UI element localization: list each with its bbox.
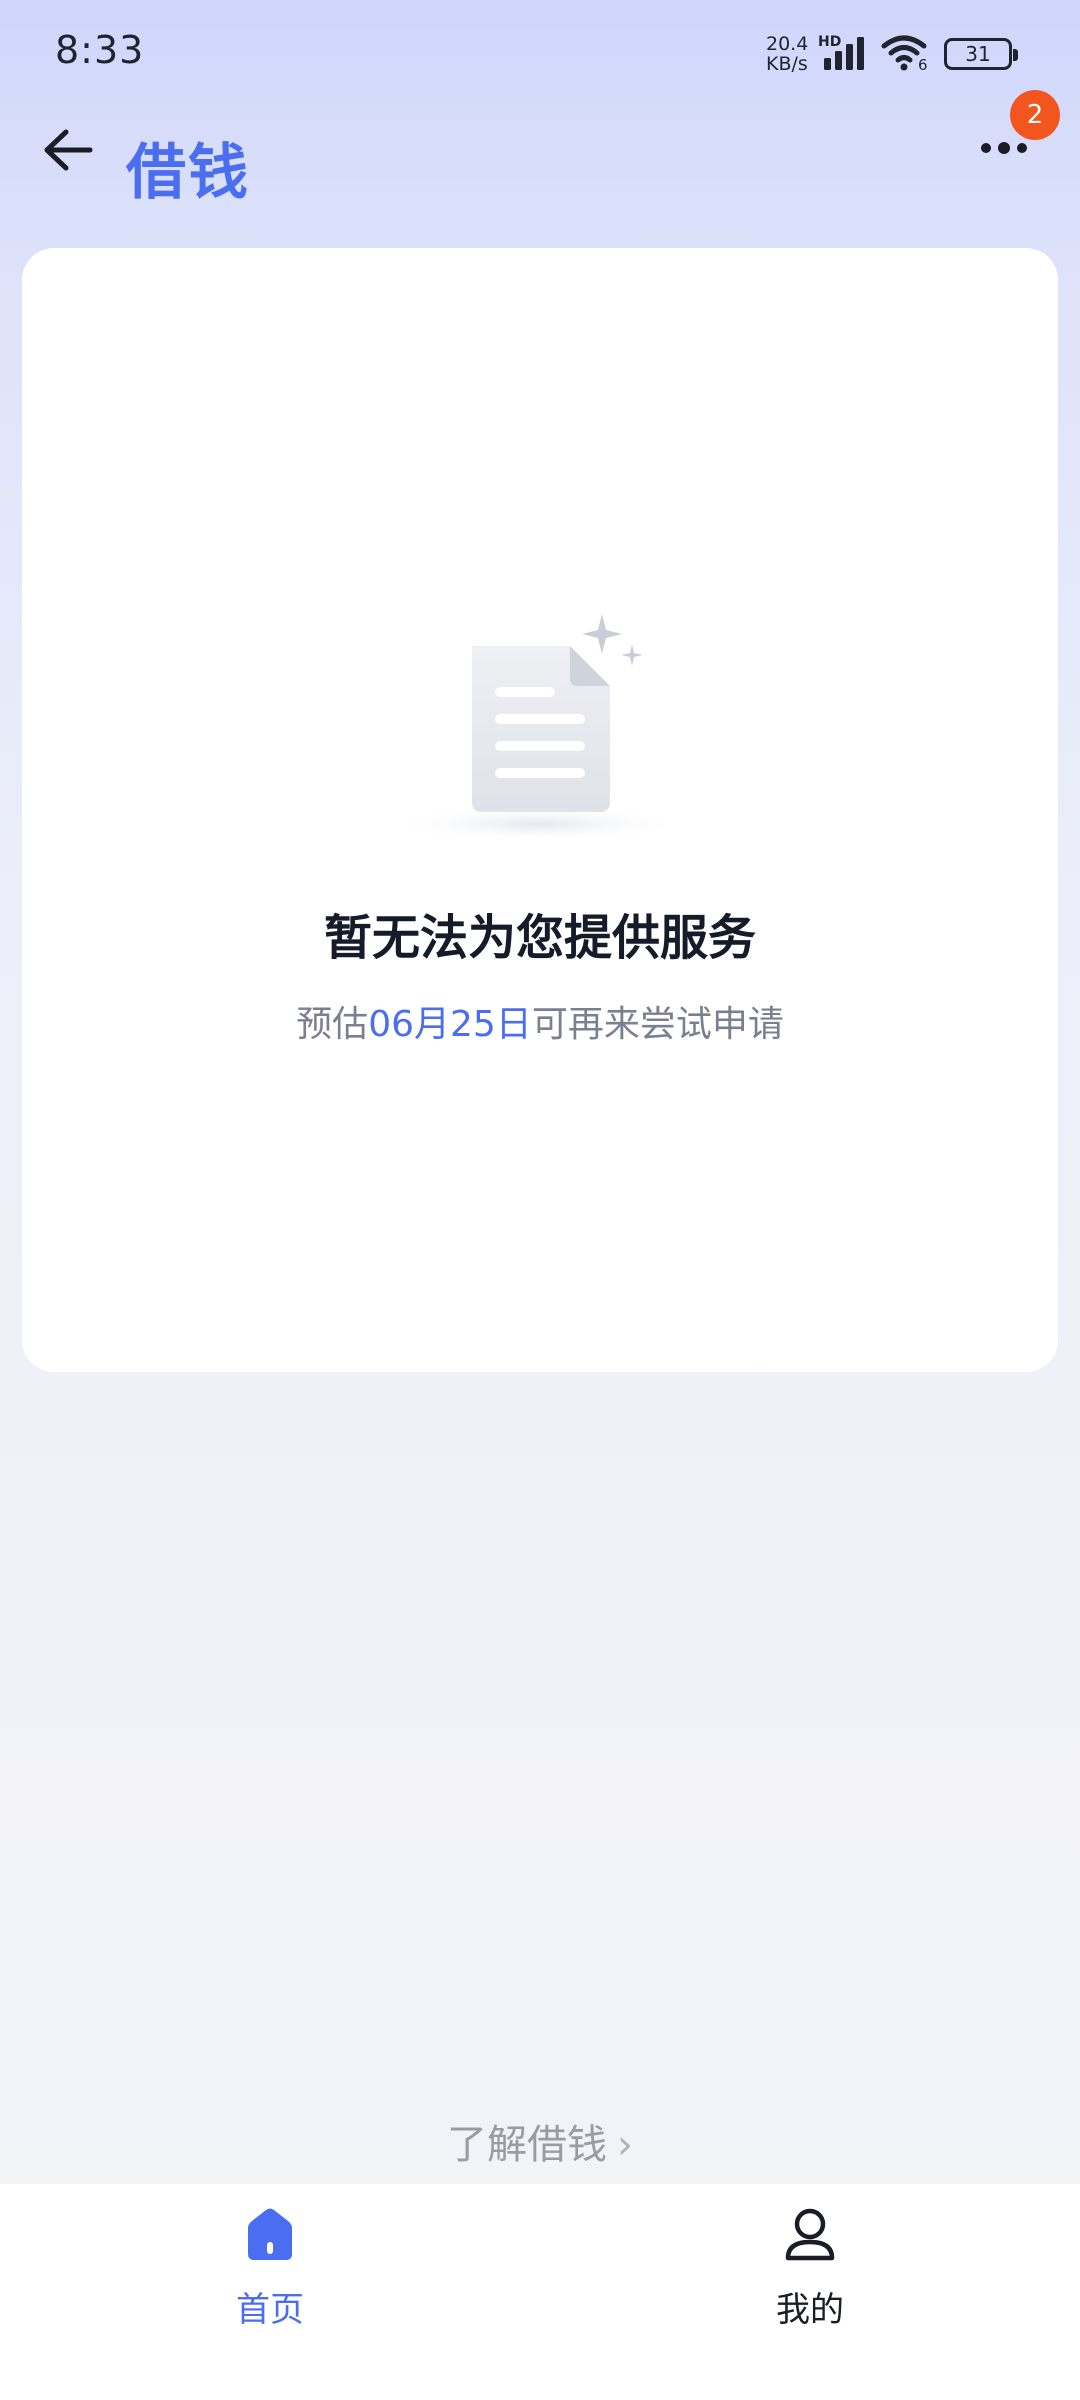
bottom-tab-bar: 首页 我的 (0, 2184, 1080, 2400)
learn-more-label: 了解借钱 (447, 2122, 607, 2168)
chevron-right-icon: › (617, 2122, 633, 2168)
unavailable-message: 暂无法为您提供服务 (323, 910, 756, 966)
signal-icon (824, 37, 864, 70)
home-icon (248, 2208, 292, 2260)
retry-prefix: 预估 (296, 1004, 369, 1045)
status-bar: 8:33 20.4 KB/s HD 6 31 (0, 0, 1080, 110)
battery-level: 31 (965, 42, 991, 66)
retry-date: 06月25日 (368, 1004, 532, 1045)
tab-mine-label: 我的 (776, 2290, 844, 2330)
wifi-label: 6 (918, 56, 928, 74)
empty-document-icon (388, 614, 688, 842)
user-icon (785, 2208, 835, 2261)
network-speed: 20.4 KB/s HD (766, 33, 841, 75)
battery-indicator: 31 (944, 38, 1018, 70)
learn-more-link[interactable]: 了解借钱 › (0, 2112, 1080, 2170)
tab-home[interactable]: 首页 (170, 2204, 370, 2354)
retry-suffix: 可再来尝试申请 (531, 1004, 784, 1045)
wifi-icon: 6 (880, 34, 932, 74)
network-speed-unit: KB/s (766, 53, 808, 75)
status-time: 8:33 (55, 28, 145, 72)
page-title: 借钱 (126, 138, 250, 208)
tab-mine[interactable]: 我的 (710, 2204, 910, 2354)
arrow-left-icon (44, 129, 93, 171)
retry-date-message: 预估06月25日可再来尝试申请 (0, 995, 1080, 1047)
network-speed-value: 20.4 (766, 33, 809, 55)
tab-home-label: 首页 (236, 2290, 304, 2330)
notification-badge: 2 (1010, 90, 1060, 140)
back-button[interactable] (36, 118, 100, 182)
